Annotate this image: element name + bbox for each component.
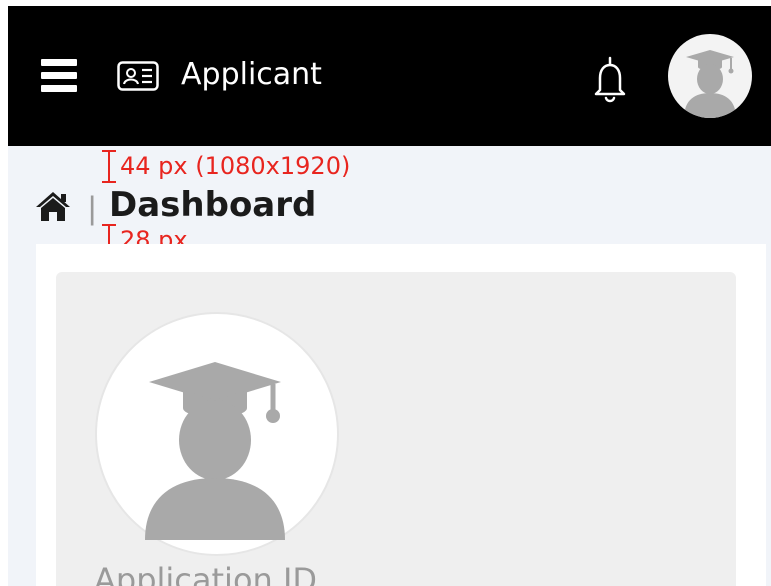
application-id-label: Application ID bbox=[94, 561, 318, 586]
annotation-bracket bbox=[108, 150, 110, 182]
annotation-bracket bbox=[102, 181, 116, 183]
app-screen: Applicant | Dashboard 44 px (1080x1920) bbox=[8, 6, 771, 586]
bell-icon[interactable] bbox=[592, 56, 628, 104]
hamburger-menu-icon[interactable] bbox=[41, 56, 79, 96]
page-title: Dashboard bbox=[109, 185, 317, 225]
menu-line bbox=[41, 85, 77, 92]
menu-line bbox=[41, 59, 77, 66]
id-card-icon bbox=[117, 61, 159, 91]
graduate-avatar-icon bbox=[684, 50, 736, 118]
top-bar: Applicant bbox=[8, 6, 771, 146]
graduate-avatar-icon bbox=[145, 362, 285, 540]
menu-line bbox=[41, 72, 77, 79]
app-title: Applicant bbox=[181, 57, 322, 92]
spacing-annotation-top: 44 px (1080x1920) bbox=[120, 152, 351, 180]
home-icon[interactable] bbox=[34, 189, 72, 223]
breadcrumb-separator: | bbox=[88, 190, 97, 226]
user-avatar[interactable] bbox=[668, 34, 752, 118]
